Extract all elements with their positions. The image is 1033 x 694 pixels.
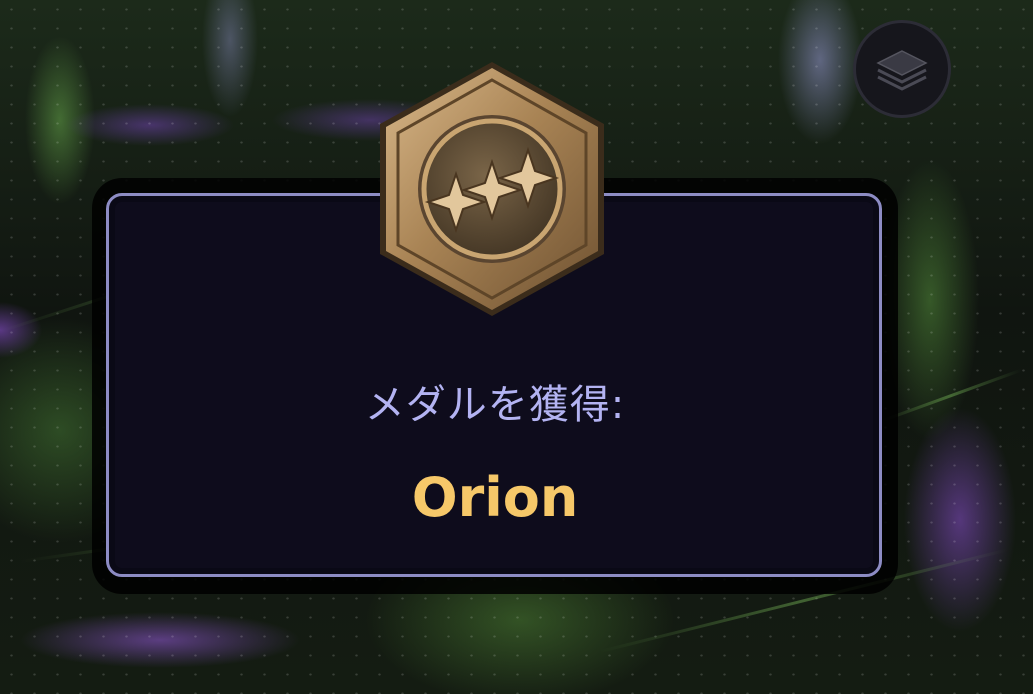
three-stars-medal-icon: [380, 62, 604, 316]
layers-button[interactable]: [853, 20, 951, 118]
layers-icon: [876, 50, 928, 91]
medal-name: Orion: [411, 466, 579, 529]
medal-earned-label: メダルを獲得:: [364, 382, 626, 428]
